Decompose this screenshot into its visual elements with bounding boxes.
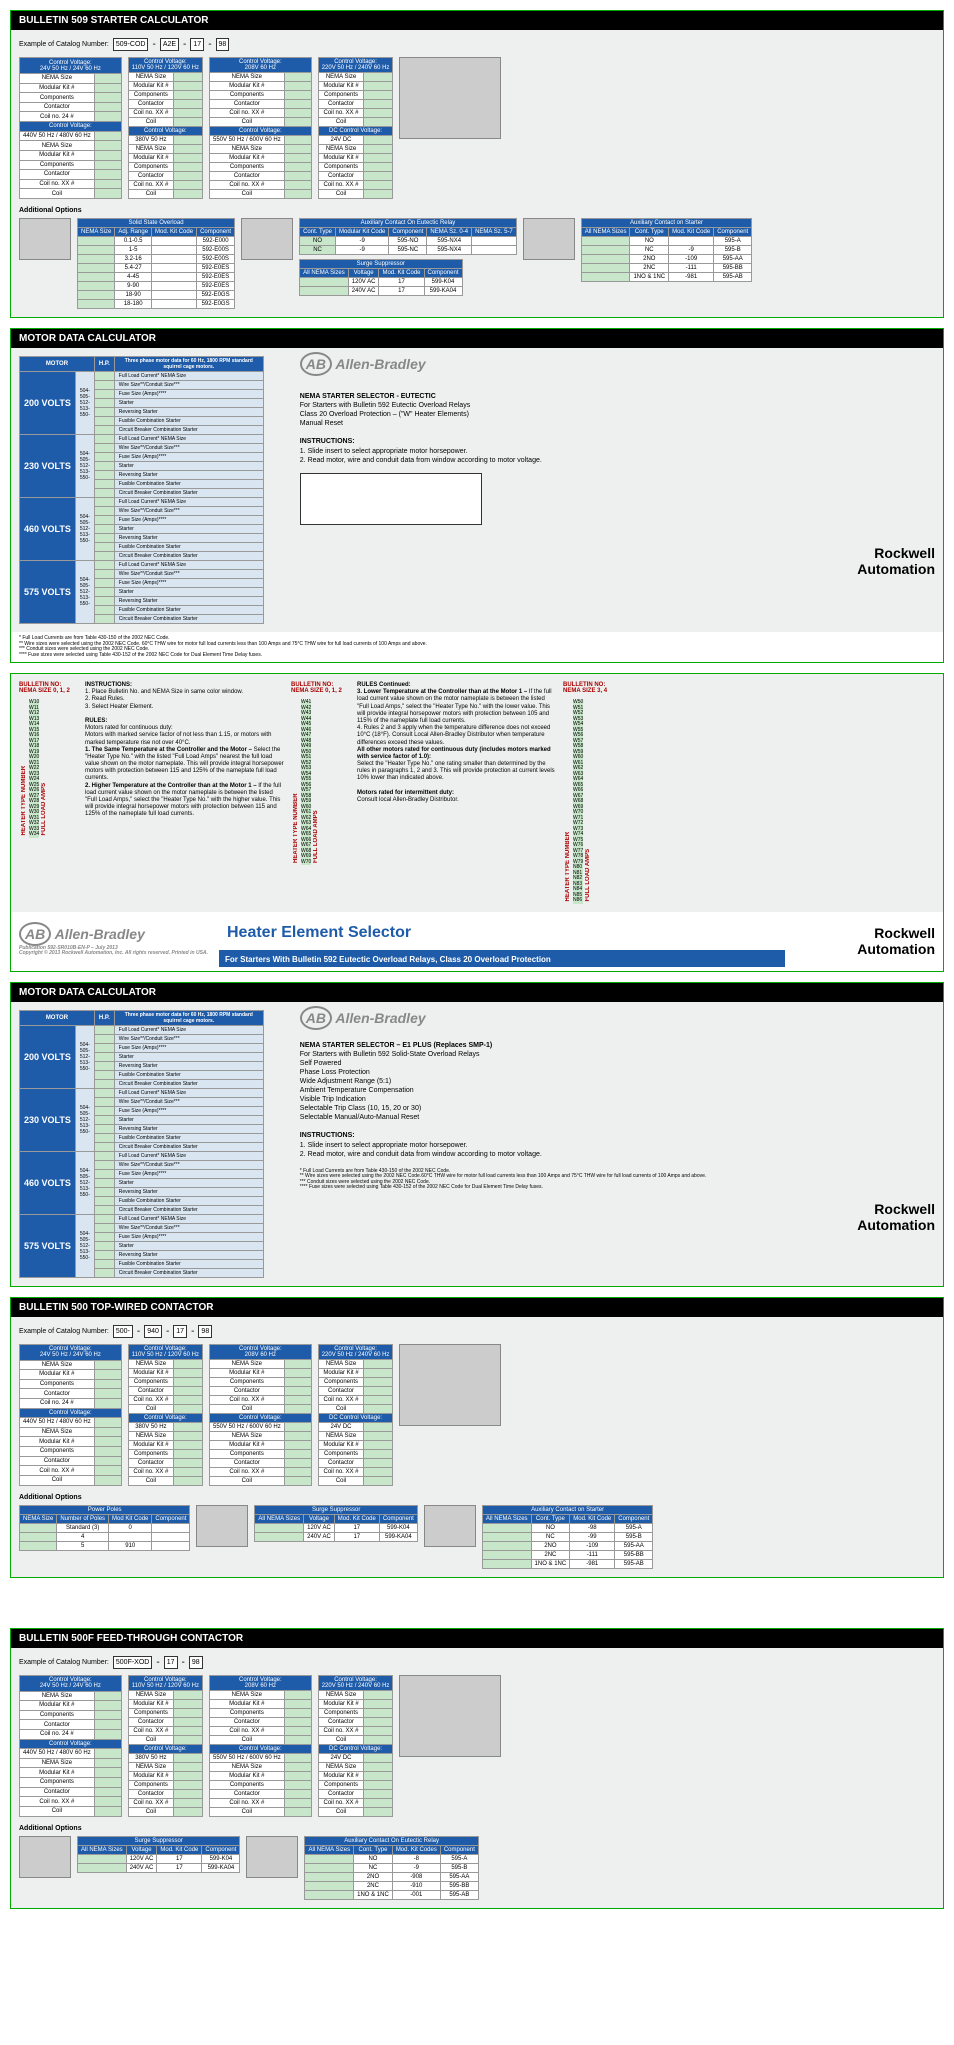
part-0: 509-COD bbox=[113, 38, 149, 51]
rockwell-logo: RockwellAutomation bbox=[300, 545, 935, 577]
section-title: BULLETIN 509 STARTER CALCULATOR bbox=[11, 11, 943, 30]
option-image bbox=[246, 1836, 298, 1878]
part-1: A2E bbox=[160, 38, 179, 51]
motor-calc-2-section: MOTOR DATA CALCULATOR MOTORH.P.Three pha… bbox=[10, 982, 944, 1287]
option-image bbox=[523, 218, 575, 260]
footnotes: * Full Load Currents are from Table 430-… bbox=[11, 636, 943, 662]
voltage-block: Control Voltage:220V 50 Hz / 240V 60 HzN… bbox=[318, 1344, 394, 1486]
voltage-block: Control Voltage:24V 50 Hz / 24V 60 HzNEM… bbox=[19, 1675, 122, 1817]
voltage-block: Control Voltage:110V 50 Hz / 120V 60 HzN… bbox=[128, 1675, 203, 1817]
section-title: MOTOR DATA CALCULATOR bbox=[11, 983, 943, 1002]
voltage-block: Control Voltage:208V 60 HzNEMA SizeModul… bbox=[209, 57, 312, 199]
section-title: BULLETIN 500 TOP-WIRED CONTACTOR bbox=[11, 1298, 943, 1317]
option-table: Surge SuppressorAll NEMA SizesVoltageMod… bbox=[299, 259, 462, 296]
selector-title: NEMA STARTER SELECTOR – E1 PLUS (Replace… bbox=[300, 1042, 492, 1049]
option-table: Surge SuppressorAll NEMA SizesVoltageMod… bbox=[77, 1836, 240, 1873]
example-label: Example of Catalog Number: bbox=[19, 41, 109, 48]
option-image bbox=[196, 1505, 248, 1547]
selector-sub: For Starters with Bulletin 592 Solid-Sta… bbox=[300, 1051, 480, 1122]
heater-codes-1: W10W11W12W13W14W15W16W17W18W19W20W21W22W… bbox=[29, 700, 39, 838]
product-image bbox=[399, 1675, 501, 1757]
voltage-block: Control Voltage:220V 50 Hz / 240V 60 HzN… bbox=[318, 57, 394, 199]
bulletin-500f-section: BULLETIN 500F FEED-THROUGH CONTACTOR Exa… bbox=[10, 1628, 944, 1909]
bulletin-500-section: BULLETIN 500 TOP-WIRED CONTACTOR Example… bbox=[10, 1297, 944, 1578]
voltage-block: Control Voltage:24V 50 Hz / 24V 60 HzNEM… bbox=[19, 57, 122, 199]
option-table: Auxiliary Contact On Eutectic RelayAll N… bbox=[304, 1836, 478, 1900]
part-2: 17 bbox=[190, 38, 204, 51]
heater-type-label: HEATER TYPE NUMBER bbox=[19, 700, 29, 838]
voltage-block: Control Voltage:24V 50 Hz / 24V 60 HzNEM… bbox=[19, 1344, 122, 1486]
heater-codes-3: W50W51W52W53W54W55W56W57W58W59W60W61W62W… bbox=[573, 700, 583, 904]
option-image bbox=[424, 1505, 476, 1547]
voltage-block: Control Voltage:208V 60 HzNEMA SizeModul… bbox=[209, 1344, 312, 1486]
catalog-example-row: Example of Catalog Number: 509-COD- A2E-… bbox=[19, 38, 935, 51]
product-image bbox=[399, 57, 501, 139]
option-table: Auxiliary Contact on StarterAll NEMA Siz… bbox=[482, 1505, 653, 1569]
motor-calc-1-section: MOTOR DATA CALCULATOR MOTORH.P.Three pha… bbox=[10, 328, 944, 663]
heater-subtitle: For Starters With Bulletin 592 Eutectic … bbox=[219, 952, 785, 967]
instr-1: 1. Slide insert to select appropriate mo… bbox=[300, 448, 468, 455]
instr-2: 2. Read motor, wire and conduit data fro… bbox=[300, 457, 542, 464]
option-table: Auxiliary Contact on StarterAll NEMA Siz… bbox=[581, 218, 752, 282]
heater-title: Heater Element Selector bbox=[219, 916, 785, 952]
section-title: BULLETIN 500F FEED-THROUGH CONTACTOR bbox=[11, 1629, 943, 1648]
product-image bbox=[399, 1344, 501, 1426]
section-title: MOTOR DATA CALCULATOR bbox=[11, 329, 943, 348]
voltage-block: Control Voltage:110V 50 Hz / 120V 60 HzN… bbox=[128, 57, 203, 199]
voltage-block: Control Voltage:110V 50 Hz / 120V 60 HzN… bbox=[128, 1344, 203, 1486]
selector-sub: For Starters with Bulletin 592 Eutectic … bbox=[300, 402, 470, 427]
option-image bbox=[241, 218, 293, 260]
motor-table: MOTORH.P.Three phase motor data for 60 H… bbox=[19, 356, 264, 624]
voltage-block: Control Voltage:208V 60 HzNEMA SizeModul… bbox=[209, 1675, 312, 1817]
option-image bbox=[19, 218, 71, 260]
instr-header: INSTRUCTIONS: bbox=[300, 438, 355, 445]
heater-section: BULLETIN NO: NEMA SIZE 0, 1, 2 HEATER TY… bbox=[10, 673, 944, 972]
option-table: Auxiliary Contact On Eutectic RelayCont.… bbox=[299, 218, 517, 255]
option-image bbox=[19, 1836, 71, 1878]
ab-logo: AB Allen-Bradley bbox=[300, 356, 935, 372]
motor-table: MOTORH.P.Three phase motor data for 60 H… bbox=[19, 1010, 264, 1278]
bulletin-509-section: BULLETIN 509 STARTER CALCULATOR Example … bbox=[10, 10, 944, 318]
heater-codes-2: W41W42W43W44W45W46W47W48W49W50W51W52W53W… bbox=[301, 700, 311, 865]
window-placeholder bbox=[300, 473, 482, 525]
fla-label: FULL LOAD AMPS bbox=[39, 700, 49, 838]
option-table: Power PolesNEMA SizeNumber of PolesMod K… bbox=[19, 1505, 190, 1551]
option-table: Surge SuppressorAll NEMA SizesVoltageMod… bbox=[254, 1505, 417, 1542]
voltage-block: Control Voltage:220V 50 Hz / 240V 60 HzN… bbox=[318, 1675, 394, 1817]
selector-title: NEMA STARTER SELECTOR - EUTECTIC bbox=[300, 393, 436, 400]
part-3: 98 bbox=[216, 38, 230, 51]
additional-options-label: Additional Options bbox=[19, 207, 935, 214]
option-table: Solid State OverloadNEMA SizeAdj. RangeM… bbox=[77, 218, 235, 309]
nema-label: NEMA SIZE 0, 1, 2 bbox=[19, 688, 79, 694]
